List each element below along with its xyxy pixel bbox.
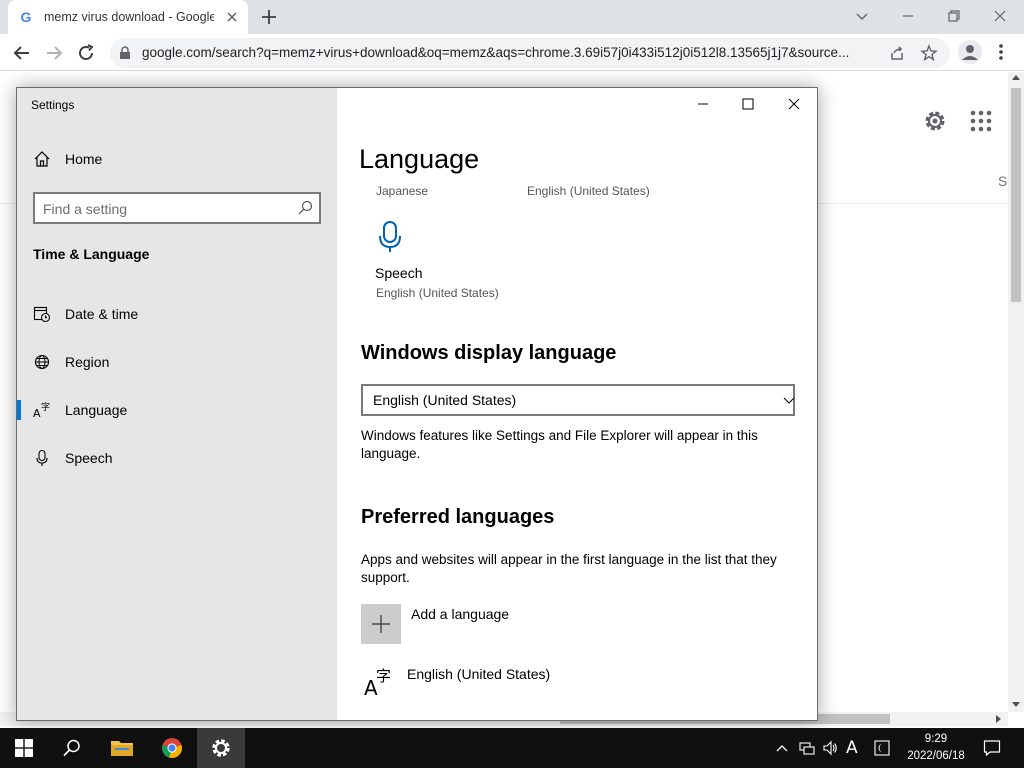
language-icon: A字 xyxy=(33,401,50,419)
folder-icon xyxy=(111,741,133,756)
windows-taskbar: A 9:29 2022/06/18 xyxy=(0,728,1024,768)
sidebar-item-label: Language xyxy=(65,402,128,418)
browser-close-icon[interactable] xyxy=(990,6,1010,26)
back-arrow-icon[interactable] xyxy=(12,43,32,63)
home-label: Home xyxy=(65,151,103,167)
url-text[interactable]: google.com/search?q=memz+virus+download&… xyxy=(142,45,882,60)
add-plus-tile[interactable] xyxy=(361,604,401,644)
share-icon[interactable] xyxy=(888,44,906,62)
section-title: Time & Language xyxy=(33,246,150,262)
browser-menu-icon[interactable] xyxy=(994,42,1008,62)
settings-minimize-icon[interactable] xyxy=(695,96,711,112)
sidebar-item-region[interactable]: Region xyxy=(17,342,337,382)
sidebar-item-language[interactable]: A字 Language xyxy=(17,390,337,430)
tab-title: memz virus download - Google S xyxy=(44,10,214,24)
start-button[interactable] xyxy=(0,728,48,768)
forward-arrow-icon[interactable] xyxy=(44,43,64,63)
search-icon xyxy=(63,739,80,757)
search-icon[interactable] xyxy=(297,200,313,216)
sidebar-item-label: Date & time xyxy=(65,306,139,322)
settings-maximize-icon[interactable] xyxy=(740,96,756,112)
gear-icon xyxy=(212,739,230,757)
preferred-languages-heading: Preferred languages xyxy=(361,506,555,528)
browser-toolbar: google.com/search?q=memz+virus+download&… xyxy=(0,34,1024,71)
network-icon[interactable] xyxy=(799,740,815,756)
svg-text:字: 字 xyxy=(376,667,391,685)
tab-search-chevron-icon[interactable] xyxy=(852,6,872,26)
speech-tile-sublabel: English (United States) xyxy=(376,286,499,300)
profile-avatar-icon[interactable] xyxy=(958,40,982,64)
windows-logo-icon xyxy=(15,739,33,757)
dropdown-selected-value: English (United States) xyxy=(373,392,517,408)
speech-tile-label: Speech xyxy=(375,265,423,281)
google-apps-grid-icon[interactable] xyxy=(970,110,992,132)
preferred-language-name: English (United States) xyxy=(407,666,551,682)
find-setting-search[interactable] xyxy=(33,192,321,224)
preferred-languages-description: Apps and websites will appear in the fir… xyxy=(361,552,777,585)
display-language-heading: Windows display language xyxy=(361,342,617,364)
vertical-scroll-thumb[interactable] xyxy=(1011,88,1021,302)
tab-close-icon[interactable] xyxy=(224,9,240,25)
scroll-down-arrow-icon[interactable] xyxy=(1012,700,1020,708)
google-favicon-icon: G xyxy=(20,9,32,25)
window-title: Settings xyxy=(31,98,75,112)
scroll-right-arrow-icon[interactable] xyxy=(994,715,1002,723)
add-language-button[interactable]: Add a language xyxy=(361,604,509,644)
speech-tile[interactable] xyxy=(375,220,405,258)
svg-text:A: A xyxy=(33,407,41,419)
google-settings-gear-icon[interactable] xyxy=(922,108,948,134)
chrome-logo-icon xyxy=(162,738,182,758)
home-nav-item[interactable]: Home xyxy=(33,150,102,168)
globe-icon xyxy=(34,354,50,370)
scroll-up-arrow-icon[interactable] xyxy=(1012,74,1020,82)
language-list-item-partial-detail[interactable]: English (United States) xyxy=(527,184,650,198)
browser-tab-strip: G memz virus download - Google S xyxy=(0,0,1024,34)
new-tab-icon[interactable] xyxy=(260,8,278,26)
settings-window: Settings Home Time & Language Date & tim… xyxy=(16,87,818,721)
settings-sidebar: Settings Home Time & Language Date & tim… xyxy=(17,88,337,720)
sidebar-item-label: Region xyxy=(65,354,110,370)
taskbar-search-button[interactable] xyxy=(48,728,96,768)
page-vertical-scrollbar[interactable] xyxy=(1008,72,1024,712)
sidebar-item-speech[interactable]: Speech xyxy=(17,438,337,478)
google-tab-partial-label[interactable]: S xyxy=(998,173,1007,189)
language-icon: A字 xyxy=(364,667,391,698)
display-language-description: Windows features like Settings and File … xyxy=(361,428,758,461)
taskbar-file-explorer[interactable] xyxy=(98,728,146,768)
notification-center-icon[interactable] xyxy=(983,739,1001,757)
reload-icon[interactable] xyxy=(76,43,96,63)
address-bar[interactable]: google.com/search?q=memz+virus+download&… xyxy=(110,38,950,68)
plus-icon xyxy=(372,615,390,633)
bookmark-star-icon[interactable] xyxy=(920,44,938,62)
microphone-icon xyxy=(36,449,48,466)
home-icon xyxy=(34,151,50,167)
clock-date: 2022/06/18 xyxy=(907,750,965,762)
lock-icon[interactable] xyxy=(118,46,132,60)
ime-mode-indicator[interactable]: A xyxy=(846,738,862,758)
page-title: Language xyxy=(359,144,480,174)
volume-icon[interactable] xyxy=(822,740,838,756)
sidebar-item-label: Speech xyxy=(65,450,113,466)
preferred-language-item[interactable]: A字 English (United States) xyxy=(361,664,550,698)
taskbar-settings[interactable] xyxy=(197,728,245,768)
browser-restore-icon[interactable] xyxy=(944,6,964,26)
taskbar-clock[interactable]: 9:29 2022/06/18 xyxy=(896,731,976,765)
focus-assist-moon-icon[interactable] xyxy=(874,740,890,756)
display-language-dropdown[interactable]: English (United States) xyxy=(361,384,795,416)
browser-minimize-icon[interactable] xyxy=(898,6,918,26)
language-list-item-partial[interactable]: Japanese xyxy=(376,184,428,198)
clock-time: 9:29 xyxy=(924,733,948,745)
microphone-icon xyxy=(379,221,401,252)
sidebar-item-date-time[interactable]: Date & time xyxy=(17,294,337,334)
browser-tab-active[interactable]: G memz virus download - Google S xyxy=(8,0,248,34)
search-input[interactable] xyxy=(43,200,291,218)
add-language-label: Add a language xyxy=(411,606,510,622)
settings-close-icon[interactable] xyxy=(786,96,802,112)
settings-content-pane: Language Japanese English (United States… xyxy=(337,88,817,720)
svg-text:字: 字 xyxy=(41,401,50,413)
taskbar-chrome[interactable] xyxy=(148,728,196,768)
calendar-clock-icon xyxy=(33,306,51,323)
show-hidden-icons-chevron-icon[interactable] xyxy=(774,740,790,756)
chevron-down-icon xyxy=(783,397,795,404)
